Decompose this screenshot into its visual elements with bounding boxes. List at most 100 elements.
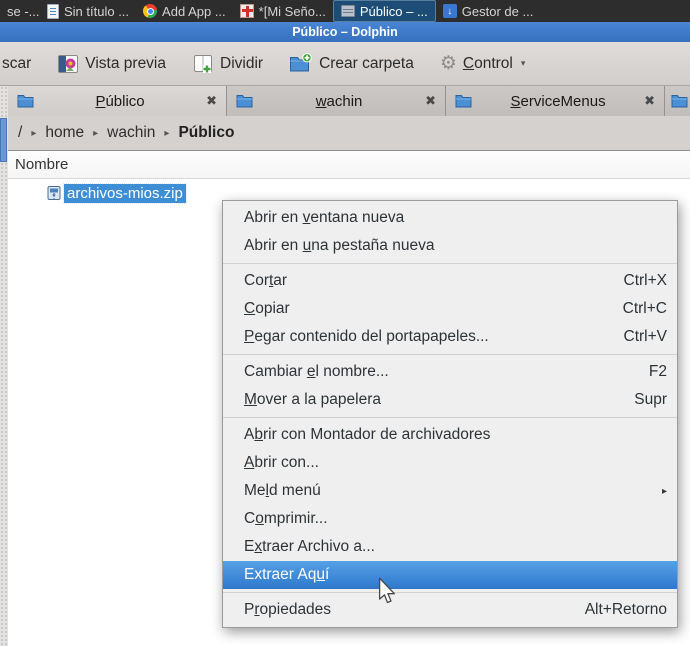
menu-item-extraer-aqui[interactable]: Extraer Aquí <box>223 561 677 589</box>
menu-item-label: Abrir con... <box>244 454 319 471</box>
task-button-add-app[interactable]: Add App ... <box>136 0 233 22</box>
close-icon[interactable]: ✖ <box>644 93 655 109</box>
tab-publico[interactable]: Público ✖ <box>8 86 227 116</box>
task-button-sin-titulo[interactable]: Sin título ... <box>40 0 136 22</box>
new-folder-icon <box>290 53 312 72</box>
document-icon <box>47 3 59 19</box>
menu-item-label: Extraer Aquí <box>244 566 330 583</box>
toolbar: scar Vista previa Dividir Crear carpeta … <box>0 42 690 86</box>
taskbar: se -... Sin título ... Add App ... *[Mi … <box>0 0 690 22</box>
toolbar-button-crear-carpeta[interactable]: Crear carpeta <box>289 53 414 74</box>
toolbar-button-buscar[interactable]: scar <box>2 55 31 73</box>
task-button-se[interactable]: se -... <box>0 0 40 22</box>
menu-item-meld-menu[interactable]: Meld menú ▸ <box>223 477 677 505</box>
task-button-publico-active[interactable]: Público – ... <box>332 0 436 22</box>
download-icon: ↓ <box>442 4 457 18</box>
menu-item-propiedades[interactable]: Propiedades Alt+Retorno <box>223 596 677 624</box>
toolbar-button-label: Vista previa <box>85 54 166 72</box>
breadcrumb-wachin[interactable]: wachin <box>107 124 155 142</box>
menu-shortcut: Ctrl+V <box>623 328 668 345</box>
mouse-cursor <box>377 577 397 610</box>
chevron-right-icon: ▸ <box>164 127 170 139</box>
chevron-down-icon: ▾ <box>520 58 526 68</box>
chrome-icon <box>143 4 158 18</box>
toolbar-button-label: Crear carpeta <box>319 54 414 72</box>
menu-item-comprimir[interactable]: Comprimir... <box>223 505 677 533</box>
menu-separator <box>223 354 677 355</box>
chevron-right-icon: ▸ <box>31 127 37 139</box>
toolbar-button-control[interactable]: ⚙ Control ▾ <box>440 54 526 73</box>
menu-item-abrir-con[interactable]: Abrir con... <box>223 449 677 477</box>
menu-item-cortar[interactable]: Cortar Ctrl+X <box>223 267 677 295</box>
breadcrumb-root[interactable]: / <box>18 124 22 142</box>
tab-bar: Público ✖ wachin ✖ ServiceMenus ✖ <box>8 86 690 116</box>
menu-item-pegar[interactable]: Pegar contenido del portapapeles... Ctrl… <box>223 323 677 351</box>
menu-item-copiar[interactable]: Copiar Ctrl+C <box>223 295 677 323</box>
column-header-nombre[interactable]: Nombre <box>8 151 690 179</box>
folder-icon <box>455 95 472 108</box>
menu-item-label: Meld menú <box>244 482 321 499</box>
menu-shortcut: Alt+Retorno <box>584 601 667 618</box>
breadcrumb-home[interactable]: home <box>45 124 84 142</box>
tab-label: Público <box>95 92 145 110</box>
menu-item-label: Comprimir... <box>244 510 328 527</box>
chevron-right-icon: ▸ <box>93 127 99 139</box>
gear-icon: ⚙ <box>439 53 457 74</box>
toolbar-button-label: scar <box>2 54 32 72</box>
image-editor-icon <box>239 4 254 18</box>
tab-wachin[interactable]: wachin ✖ <box>227 86 446 116</box>
menu-item-label: Cambiar el nombre... <box>244 363 389 380</box>
tab-partial[interactable] <box>665 86 690 116</box>
task-button-gestor[interactable]: ↓ Gestor de ... <box>436 0 541 22</box>
menu-item-abrir-montador[interactable]: Abrir con Montador de archivadores <box>223 421 677 449</box>
menu-shortcut: F2 <box>648 363 667 380</box>
menu-item-label: Cortar <box>244 272 288 289</box>
menu-shortcut: Ctrl+C <box>622 300 667 317</box>
folder-icon <box>17 95 34 108</box>
task-button-mi-seno[interactable]: *[Mi Seño... <box>233 0 333 22</box>
panel-edge-indicator[interactable] <box>0 118 7 162</box>
tab-label: ServiceMenus <box>510 92 606 110</box>
menu-item-label: Mover a la papelera <box>244 391 382 408</box>
menu-item-abrir-pestana-nueva[interactable]: Abrir en una pestaña nueva <box>223 232 677 260</box>
toolbar-button-dividir[interactable]: Dividir <box>192 53 263 75</box>
menu-item-extraer-archivo-a[interactable]: Extraer Archivo a... <box>223 533 677 561</box>
menu-item-cambiar-nombre[interactable]: Cambiar el nombre... F2 <box>223 358 677 386</box>
menu-item-mover-papelera[interactable]: Mover a la papelera Supr <box>223 386 677 414</box>
menu-item-label: Abrir en una pestaña nueva <box>244 237 435 254</box>
page-title: Público – Dolphin <box>292 25 398 39</box>
menu-separator <box>223 263 677 264</box>
context-menu: Abrir en ventana nueva Abrir en una pest… <box>222 200 678 628</box>
menu-item-label: Extraer Archivo a... <box>244 538 375 555</box>
submenu-arrow-icon: ▸ <box>661 485 667 497</box>
tab-servicemenus[interactable]: ServiceMenus ✖ <box>446 86 665 116</box>
column-header-label: Nombre <box>15 156 69 173</box>
panel-edge-strip <box>0 86 8 646</box>
menu-item-label: Abrir con Montador de archivadores <box>244 426 491 443</box>
window-title-bar: Público – Dolphin <box>0 22 690 42</box>
breadcrumb-publico[interactable]: Público <box>178 124 234 142</box>
file-name: archivos-mios.zip <box>63 182 187 204</box>
task-button-label: Público – ... <box>359 3 428 19</box>
menu-shortcut: Supr <box>634 391 667 408</box>
dolphin-window: se -... Sin título ... Add App ... *[Mi … <box>0 0 690 646</box>
folder-icon <box>671 95 688 108</box>
menu-item-label: Pegar contenido del portapapeles... <box>244 328 489 345</box>
breadcrumb: / ▸ home ▸ wachin ▸ Público <box>8 116 690 150</box>
close-icon[interactable]: ✖ <box>425 93 436 109</box>
task-button-label: *[Mi Seño... <box>258 3 326 19</box>
preview-icon <box>58 54 79 73</box>
task-button-label: Add App ... <box>162 3 226 19</box>
close-icon[interactable]: ✖ <box>206 93 217 109</box>
menu-item-label: Abrir en ventana nueva <box>244 209 405 226</box>
tab-label: wachin <box>315 92 363 110</box>
zip-icon <box>47 186 61 200</box>
toolbar-button-vista-previa[interactable]: Vista previa <box>57 53 166 75</box>
menu-separator <box>223 417 677 418</box>
folder-icon <box>236 95 253 108</box>
menu-item-label: Propiedades <box>244 601 332 618</box>
task-button-label: Sin título ... <box>64 3 130 19</box>
task-button-label: Gestor de ... <box>461 3 534 19</box>
menu-item-abrir-ventana-nueva[interactable]: Abrir en ventana nueva <box>223 204 677 232</box>
archive-icon <box>340 5 355 17</box>
